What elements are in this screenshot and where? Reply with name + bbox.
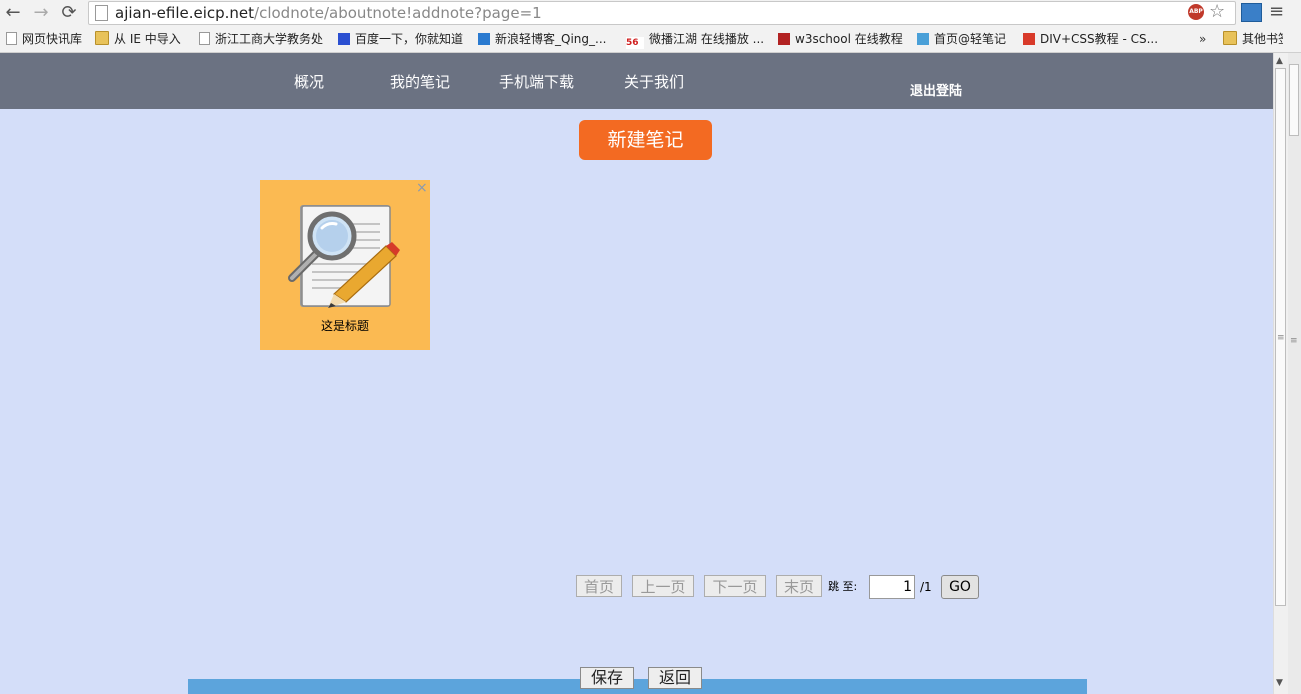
page-viewport: 概况 我的笔记 手机端下载 关于我们 退出登陆 新建笔记 × 这是标题 首页 上… [0, 53, 1273, 694]
nav-item-overview[interactable]: 概况 [294, 72, 324, 92]
next-page-button[interactable]: 下一页 [704, 575, 766, 597]
url-text: ajian-efile.eicp.net/clodnote/aboutnote!… [115, 3, 542, 23]
cloud-icon [917, 33, 929, 45]
first-page-button[interactable]: 首页 [576, 575, 622, 597]
scroll-up-icon[interactable]: ▲ [1276, 56, 1283, 66]
back-arrow-icon[interactable]: ← [2, 2, 24, 24]
reload-icon[interactable]: ⟳ [58, 2, 80, 24]
window-scroll-grip-icon: ≡ [1290, 336, 1298, 346]
last-page-button[interactable]: 末页 [776, 575, 822, 597]
bookmark-label: 百度一下，你就知道 [355, 32, 464, 46]
logout-link[interactable]: 退出登陆 [910, 83, 962, 100]
url-host: ajian-efile.eicp.net [115, 4, 255, 22]
bookmark-item[interactable]: w3school 在线教程 [778, 31, 903, 47]
bookmark-item[interactable]: 56 微播江湖 在线播放 ... [626, 31, 765, 49]
new-note-button[interactable]: 新建笔记 [579, 120, 712, 160]
folder-icon [95, 31, 109, 45]
address-bar[interactable]: ajian-efile.eicp.net/clodnote/aboutnote!… [88, 1, 1236, 25]
adblock-icon[interactable]: ABP [1188, 4, 1204, 20]
bookmark-label: DIV+CSS教程 - CS... [1040, 32, 1159, 46]
prev-page-button[interactable]: 上一页 [632, 575, 694, 597]
bookmark-label: 浙江工商大学教务处 [215, 32, 324, 46]
scroll-grip-icon: ≡ [1277, 333, 1285, 343]
page-number-input[interactable]: 1 [869, 575, 915, 599]
bookmark-label: w3school 在线教程 [795, 32, 903, 46]
bookmark-item[interactable]: 首页@轻笔记 [917, 31, 1006, 47]
forward-arrow-icon[interactable]: → [30, 2, 52, 24]
nav-item-my-notes[interactable]: 我的笔记 [390, 72, 450, 92]
save-button[interactable]: 保存 [580, 667, 634, 689]
page-icon [95, 5, 108, 21]
baidu-icon [338, 33, 350, 45]
bookmark-label: 微播江湖 在线播放 ... [649, 32, 765, 46]
note-card[interactable]: × 这是标题 [260, 180, 430, 350]
qing-icon [478, 33, 490, 45]
bookmark-star-icon[interactable]: ☆ [1209, 1, 1225, 23]
bookmark-item[interactable]: 百度一下，你就知道 [338, 31, 463, 47]
page-icon [199, 32, 210, 45]
bookmarks-bar: 网页快讯库 从 IE 中导入 浙江工商大学教务处 百度一下，你就知道 新浪轻博客… [0, 26, 1301, 53]
bookmark-item[interactable]: 从 IE 中导入 [95, 31, 181, 47]
bookmark-item[interactable]: DIV+CSS教程 - CS... [1023, 31, 1158, 47]
w3-icon [778, 33, 790, 45]
top-nav: 概况 我的笔记 手机端下载 关于我们 退出登陆 [0, 53, 1273, 109]
bookmark-item[interactable]: 网页快讯库 [6, 31, 82, 47]
browser-toolbar: ← → ⟳ ajian-efile.eicp.net/clodnote/abou… [0, 0, 1301, 26]
go-button[interactable]: GO [941, 575, 979, 599]
56-icon: 56 [626, 37, 644, 49]
bookmark-item[interactable]: 其他书签 [1223, 31, 1283, 47]
back-button[interactable]: 返回 [648, 667, 702, 689]
five-icon [1023, 33, 1035, 45]
bookmark-label: 从 IE 中导入 [114, 32, 181, 46]
folder-icon [1223, 31, 1237, 45]
window-scrollbar-thumb[interactable] [1289, 64, 1299, 136]
bookmark-label: 新浪轻博客_Qing_... [495, 32, 607, 46]
scroll-down-icon[interactable]: ▼ [1276, 678, 1283, 688]
page-icon [6, 32, 17, 45]
editor-toolbar [188, 679, 1087, 694]
url-path: /clodnote/aboutnote!addnote?page=1 [254, 4, 542, 22]
nav-item-about-us[interactable]: 关于我们 [624, 72, 684, 92]
bookmark-item[interactable]: 新浪轻博客_Qing_... [478, 31, 606, 47]
total-pages: /1 [920, 580, 932, 594]
jump-label: 跳 至: [828, 580, 858, 593]
bookmarks-more-icon[interactable]: » [1199, 31, 1206, 47]
window-scrollbar[interactable] [1288, 53, 1301, 694]
nav-item-mobile-download[interactable]: 手机端下载 [499, 72, 574, 92]
note-magnifier-pencil-icon [288, 202, 402, 316]
note-title: 这是标题 [320, 319, 369, 333]
bookmark-label: 首页@轻笔记 [934, 32, 1007, 46]
menu-icon[interactable]: ≡ [1269, 3, 1284, 21]
extension-icon[interactable] [1241, 3, 1262, 22]
bookmark-label: 网页快讯库 [22, 32, 83, 46]
bookmark-item[interactable]: 浙江工商大学教务处 [199, 31, 323, 47]
close-icon[interactable]: × [416, 180, 428, 196]
bookmark-label: 其他书签 [1242, 32, 1283, 46]
